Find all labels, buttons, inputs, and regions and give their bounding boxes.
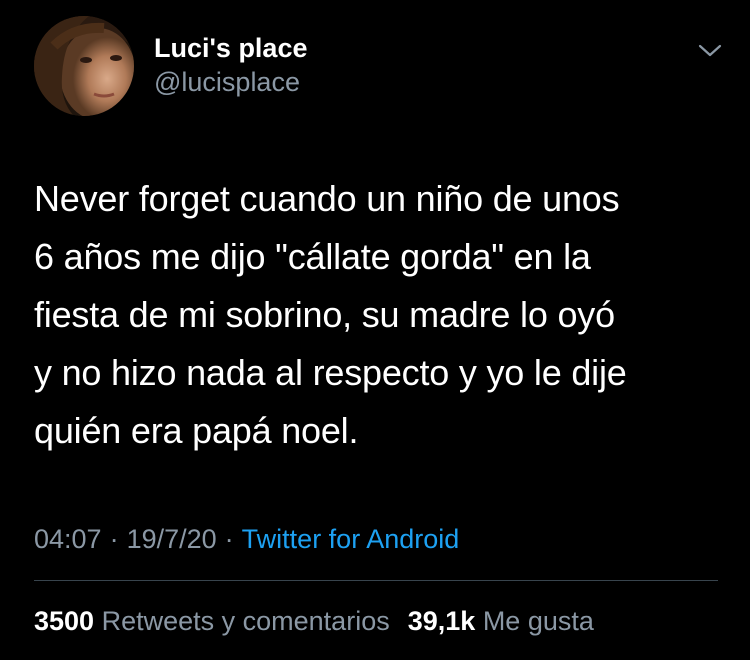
retweets-count: 3500 — [34, 606, 95, 636]
likes-count: 39,1k — [407, 606, 476, 636]
tweet-header: Luci's place @lucisplace — [34, 16, 724, 120]
likes-stat[interactable]: 39,1k Me gusta — [408, 606, 594, 636]
meta-separator: · — [224, 524, 234, 554]
meta-separator: · — [109, 524, 119, 554]
username[interactable]: @lucisplace — [154, 64, 307, 100]
chevron-down-icon[interactable] — [696, 36, 724, 64]
tweet-source-link[interactable]: Twitter for Android — [242, 524, 460, 554]
tweet-text: Never forget cuando un niño de unos 6 añ… — [34, 178, 627, 451]
tweet-metadata: 04:07 · 19/7/20 · Twitter for Android — [34, 522, 459, 556]
user-names: Luci's place @lucisplace — [154, 32, 307, 100]
retweets-stat[interactable]: 3500 Retweets y comentarios — [34, 606, 390, 636]
tweet-detail: Luci's place @lucisplace Never forget cu… — [0, 0, 750, 660]
tweet-date[interactable]: 19/7/20 — [127, 524, 217, 554]
profile-photo-icon — [34, 16, 134, 116]
display-name[interactable]: Luci's place — [154, 32, 307, 64]
divider — [34, 580, 718, 581]
tweet-stats: 3500 Retweets y comentarios 39,1k Me gust… — [34, 604, 594, 638]
tweet-time[interactable]: 04:07 — [34, 524, 102, 554]
retweets-label: Retweets y comentarios — [101, 606, 390, 636]
likes-label: Me gusta — [482, 606, 594, 636]
avatar[interactable] — [34, 16, 134, 116]
